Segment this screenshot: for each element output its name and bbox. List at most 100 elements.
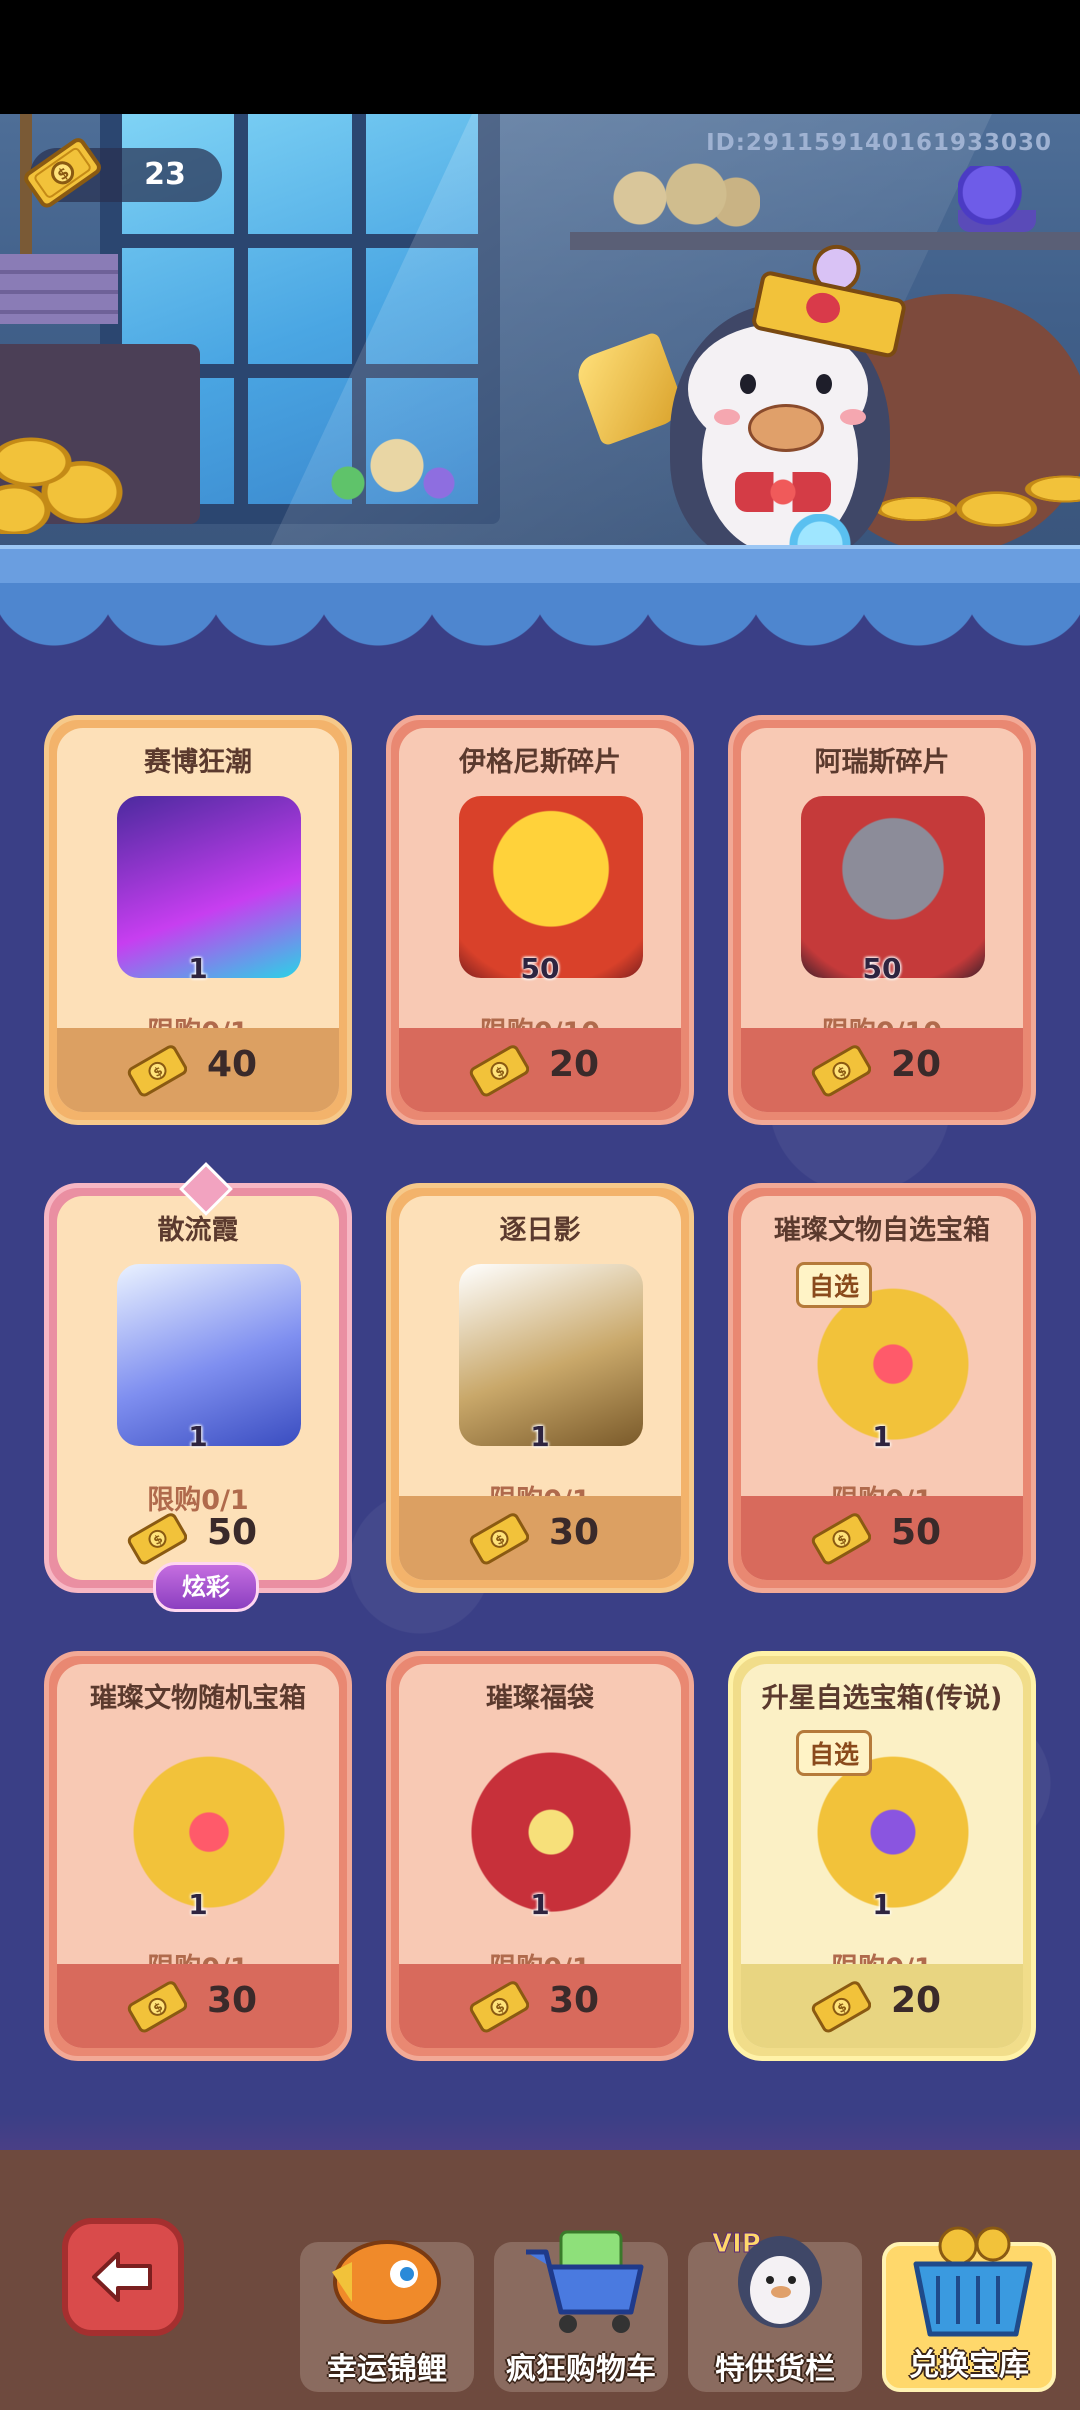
select-badge: 自选: [796, 1262, 873, 1308]
price-amount: 30: [549, 1512, 600, 1553]
crown-icon: [750, 230, 908, 360]
ticket-price-icon: $: [469, 1045, 529, 1097]
card-inner: 散流霞 1 限购0/1 $50: [57, 1196, 339, 1580]
scallop-divider: [0, 583, 1080, 663]
price-button[interactable]: $50: [741, 1496, 1023, 1580]
item-quantity: 1: [188, 1420, 208, 1453]
item-art-icon: [117, 796, 301, 978]
price-amount: 30: [549, 1980, 600, 2021]
shop-item-card[interactable]: 赛博狂潮1限购0/1$40: [44, 715, 352, 1125]
item-title: 升星自选宝箱(传说): [761, 1683, 1003, 1714]
item-art-icon: [117, 1264, 301, 1446]
back-button[interactable]: [62, 2218, 184, 2336]
scallop-divider-rail: [0, 545, 1080, 587]
koi-icon: [312, 2212, 462, 2342]
gems-decoration: [320, 434, 460, 504]
nav-tab-label: 特供货栏: [715, 2352, 835, 2387]
shop-item-card[interactable]: 璀璨福袋1限购0/1$30: [386, 1651, 694, 2061]
item-title: 赛博狂潮: [144, 747, 252, 778]
item-title: 璀璨文物随机宝箱: [90, 1683, 306, 1714]
nav-tab[interactable]: 兑换宝库: [882, 2226, 1056, 2392]
nav-tab-label: 幸运锦鲤: [327, 2352, 447, 2387]
card-inner: 赛博狂潮1限购0/1$40: [57, 728, 339, 1112]
item-title: 伊格尼斯碎片: [459, 747, 621, 778]
card-inner: 逐日影1限购0/1$30: [399, 1196, 681, 1580]
nav-tab-label: 疯狂购物车: [506, 2352, 656, 2387]
ticket-price-icon: $: [811, 1981, 871, 2033]
item-quantity: 1: [530, 1888, 550, 1921]
nav-tab[interactable]: VIP 特供货栏: [688, 2229, 862, 2392]
item-quantity: 1: [188, 1888, 208, 1921]
nav-tab[interactable]: 幸运锦鲤: [300, 2240, 474, 2392]
status-bar: [0, 0, 1080, 114]
ticket-price-icon: $: [811, 1513, 871, 1565]
price-button[interactable]: $30: [57, 1964, 339, 2048]
item-quantity: 50: [862, 952, 902, 985]
crystal-ball-icon: [958, 166, 1036, 232]
ticket-price-icon: $: [469, 1981, 529, 2033]
price-amount: 20: [891, 1980, 942, 2021]
ticket-price-icon: $: [127, 1513, 187, 1565]
shop-grid-area[interactable]: 赛博狂潮1限购0/1$40伊格尼斯碎片50限购0/10$20阿瑞斯碎片50限购0…: [0, 583, 1080, 2158]
card-inner: 璀璨福袋1限购0/1$30: [399, 1664, 681, 2048]
coin-pile-icon: [0, 414, 150, 534]
vip-penguin-icon: VIP: [700, 2212, 850, 2342]
shop-item-card[interactable]: 璀璨文物自选宝箱自选1限购0/1$50: [728, 1183, 1036, 1593]
scroll-rolls-decoration: [600, 154, 760, 234]
item-quantity: 50: [520, 952, 560, 985]
item-art-icon: [459, 1732, 643, 1914]
price-button[interactable]: $20: [741, 1964, 1023, 2048]
card-inner: 升星自选宝箱(传说)自选1限购0/1$20: [741, 1664, 1023, 2048]
price-button[interactable]: $40: [57, 1028, 339, 1112]
item-quantity: 1: [188, 952, 208, 985]
ticket-price-icon: $: [127, 1045, 187, 1097]
item-title: 散流霞: [157, 1215, 239, 1246]
price-amount: 50: [207, 1512, 258, 1553]
select-badge: 自选: [796, 1730, 873, 1776]
price-button[interactable]: $20: [741, 1028, 1023, 1112]
currency-amount: 23: [144, 157, 186, 192]
price-button[interactable]: $20: [399, 1028, 681, 1112]
price-amount: 20: [549, 1044, 600, 1085]
item-quantity: 1: [872, 1888, 892, 1921]
bow-tie-icon: [735, 472, 831, 512]
price-amount: 30: [207, 1980, 258, 2021]
item-art-icon: [117, 1732, 301, 1914]
shop-item-card[interactable]: 散流霞 1 限购0/1 $50 炫彩: [44, 1162, 352, 1612]
shop-item-card[interactable]: 璀璨文物随机宝箱1限购0/1$30: [44, 1651, 352, 2061]
ticket-price-icon: $: [811, 1045, 871, 1097]
card-inner: 璀璨文物随机宝箱1限购0/1$30: [57, 1664, 339, 2048]
price-amount: 40: [207, 1044, 258, 1085]
item-title: 璀璨文物自选宝箱: [774, 1215, 990, 1246]
price-button[interactable]: $30: [399, 1496, 681, 1580]
item-art-icon: [801, 796, 985, 978]
item-art-icon: [459, 1264, 643, 1446]
shop-item-card[interactable]: 伊格尼斯碎片50限购0/10$20: [386, 715, 694, 1125]
item-title: 璀璨福袋: [486, 1683, 594, 1714]
ticket-price-icon: $: [469, 1513, 529, 1565]
shop-item-card[interactable]: 升星自选宝箱(传说)自选1限购0/1$20: [728, 1651, 1036, 2061]
price-amount: 50: [891, 1512, 942, 1553]
shop-item-card[interactable]: 逐日影1限购0/1$30: [386, 1183, 694, 1593]
ticket-price-icon: $: [127, 1981, 187, 2033]
shopping-cart-icon: [506, 2212, 656, 2342]
bottom-navigation: 幸运锦鲤 疯狂购物车 VIP 特供货栏 兑换宝库: [0, 2114, 1080, 2410]
ticket-currency-icon: $: [24, 138, 101, 208]
svg-text:VIP: VIP: [712, 2229, 761, 2259]
card-inner: 伊格尼斯碎片50限购0/10$20: [399, 728, 681, 1112]
card-inner: 阿瑞斯碎片50限购0/10$20: [741, 728, 1023, 1112]
skin-tag-badge: 炫彩: [153, 1562, 259, 1612]
penguin-shopkeeper-mascot: [640, 240, 910, 554]
price-amount: 20: [891, 1044, 942, 1085]
treasure-basket-icon: [898, 2216, 1048, 2346]
user-id-label: ID:2911591401619330​30: [706, 130, 1052, 156]
item-quantity: 1: [872, 1420, 892, 1453]
item-title: 逐日影: [499, 1215, 581, 1246]
item-art-icon: [459, 796, 643, 978]
price-button[interactable]: $30: [399, 1964, 681, 2048]
books-decoration: [0, 254, 118, 324]
nav-tab[interactable]: 疯狂购物车: [494, 2230, 668, 2392]
item-title: 阿瑞斯碎片: [814, 747, 950, 778]
shop-item-card[interactable]: 阿瑞斯碎片50限购0/10$20: [728, 715, 1036, 1125]
item-quantity: 1: [530, 1420, 550, 1453]
